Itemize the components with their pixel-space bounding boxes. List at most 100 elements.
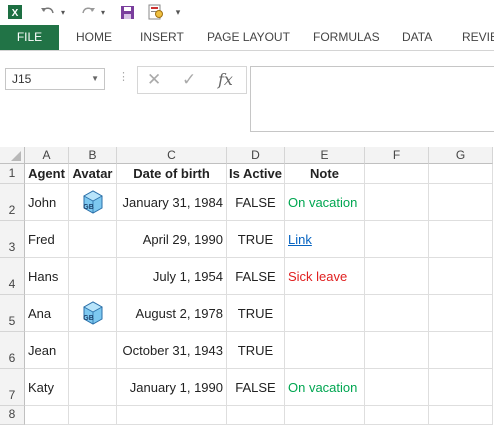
avatar-text: GB: [83, 315, 94, 322]
header-date-of-birth[interactable]: Date of birth: [117, 164, 227, 184]
redo-icon[interactable]: [78, 3, 98, 21]
row-header-4[interactable]: 4: [0, 258, 25, 295]
cell-agent[interactable]: Hans: [25, 258, 69, 295]
column-header-b[interactable]: B: [69, 147, 117, 164]
header-is-active[interactable]: Is Active: [227, 164, 285, 184]
tab-file[interactable]: FILE: [0, 25, 59, 50]
row-header-6[interactable]: 6: [0, 332, 25, 369]
cell-agent[interactable]: Katy: [25, 369, 69, 406]
header-avatar[interactable]: Avatar: [69, 164, 117, 184]
cell-f2[interactable]: [365, 184, 429, 221]
cell-f1[interactable]: [365, 164, 429, 184]
row-header-5[interactable]: 5: [0, 295, 25, 332]
cell-dob[interactable]: October 31, 1943: [117, 332, 227, 369]
cell-active[interactable]: TRUE: [227, 295, 285, 332]
cancel-icon[interactable]: ✕: [147, 70, 161, 90]
save-icon[interactable]: [118, 3, 136, 21]
cell-dob[interactable]: January 1, 1990: [117, 369, 227, 406]
cell-f6[interactable]: [365, 332, 429, 369]
cell-d8[interactable]: [227, 406, 285, 425]
cell-avatar[interactable]: GB: [69, 295, 117, 332]
print-preview-icon[interactable]: [146, 3, 166, 21]
row-header-3[interactable]: 3: [0, 221, 25, 258]
tab-formulas[interactable]: FORMULAS: [313, 25, 380, 50]
cell-avatar[interactable]: [69, 369, 117, 406]
cell-dob[interactable]: January 31, 1984: [117, 184, 227, 221]
row-header-1[interactable]: 1: [0, 164, 25, 184]
cell-agent[interactable]: Ana: [25, 295, 69, 332]
cell-dob[interactable]: April 29, 1990: [117, 221, 227, 258]
cell-dob[interactable]: August 2, 1978: [117, 295, 227, 332]
cell-e8[interactable]: [285, 406, 365, 425]
cell-agent[interactable]: Jean: [25, 332, 69, 369]
column-header-g[interactable]: G: [429, 147, 493, 164]
cell-g7[interactable]: [429, 369, 493, 406]
cell-g6[interactable]: [429, 332, 493, 369]
undo-icon[interactable]: [38, 3, 58, 21]
cell-note[interactable]: [285, 332, 365, 369]
cell-active[interactable]: FALSE: [227, 184, 285, 221]
cell-g3[interactable]: [429, 221, 493, 258]
cell-g4[interactable]: [429, 258, 493, 295]
cell-c8[interactable]: [117, 406, 227, 425]
row-header-7[interactable]: 7: [0, 369, 25, 406]
cell-agent[interactable]: Fred: [25, 221, 69, 258]
cell-note[interactable]: Sick leave: [285, 258, 365, 295]
cell-note[interactable]: On vacation: [285, 184, 365, 221]
header-agent[interactable]: Agent: [25, 164, 69, 184]
customize-qat-icon[interactable]: ▾: [172, 3, 184, 21]
cell-f3[interactable]: [365, 221, 429, 258]
cell-f4[interactable]: [365, 258, 429, 295]
cell-g8[interactable]: [429, 406, 493, 425]
column-header-a[interactable]: A: [25, 147, 69, 164]
avatar-icon: GB: [82, 190, 103, 214]
cell-active[interactable]: FALSE: [227, 369, 285, 406]
note-link[interactable]: Link: [288, 232, 312, 247]
header-note[interactable]: Note: [285, 164, 365, 184]
column-header-d[interactable]: D: [227, 147, 285, 164]
row-header-2[interactable]: 2: [0, 184, 25, 221]
name-box[interactable]: J15 ▼: [5, 68, 105, 90]
cell-note[interactable]: Link: [285, 221, 365, 258]
cell-f5[interactable]: [365, 295, 429, 332]
cell-avatar[interactable]: [69, 258, 117, 295]
cell-agent[interactable]: John: [25, 184, 69, 221]
cell-f8[interactable]: [365, 406, 429, 425]
tab-home[interactable]: HOME: [76, 25, 112, 50]
redo-dropdown-icon[interactable]: ▾: [98, 3, 108, 21]
cell-note[interactable]: On vacation: [285, 369, 365, 406]
cell-avatar[interactable]: [69, 221, 117, 258]
cell-g1[interactable]: [429, 164, 493, 184]
column-header-f[interactable]: F: [365, 147, 429, 164]
excel-icon[interactable]: X: [6, 3, 24, 21]
cell-g2[interactable]: [429, 184, 493, 221]
cell-active[interactable]: FALSE: [227, 258, 285, 295]
row-header-8[interactable]: 8: [0, 406, 25, 425]
select-all-corner[interactable]: [0, 147, 25, 164]
spreadsheet-grid: A B C D E F G 1 2 3 4 5 6 7 8 Agent Avat…: [0, 147, 494, 425]
formula-input[interactable]: [250, 66, 494, 132]
cell-active[interactable]: TRUE: [227, 332, 285, 369]
tab-data[interactable]: DATA: [402, 25, 432, 50]
cell-g5[interactable]: [429, 295, 493, 332]
avatar-text: GB: [83, 204, 94, 211]
cell-dob[interactable]: July 1, 1954: [117, 258, 227, 295]
cell-f7[interactable]: [365, 369, 429, 406]
cell-avatar[interactable]: GB: [69, 184, 117, 221]
cell-active[interactable]: TRUE: [227, 221, 285, 258]
cell-a8[interactable]: [25, 406, 69, 425]
name-box-dropdown-icon[interactable]: ▼: [91, 69, 99, 89]
enter-icon[interactable]: ✓: [182, 70, 196, 90]
quick-access-toolbar: X ▾ ▾ ▾: [0, 0, 494, 25]
column-header-e[interactable]: E: [285, 147, 365, 164]
tab-insert[interactable]: INSERT: [140, 25, 184, 50]
undo-dropdown-icon[interactable]: ▾: [58, 3, 68, 21]
ribbon-tabs: FILE HOME INSERT PAGE LAYOUT FORMULAS DA…: [0, 25, 494, 51]
tab-review[interactable]: REVIEW: [462, 25, 494, 50]
cell-note[interactable]: [285, 295, 365, 332]
cell-avatar[interactable]: [69, 332, 117, 369]
tab-page-layout[interactable]: PAGE LAYOUT: [207, 25, 290, 50]
column-header-c[interactable]: C: [117, 147, 227, 164]
cell-b8[interactable]: [69, 406, 117, 425]
insert-function-icon[interactable]: fx: [218, 70, 233, 89]
